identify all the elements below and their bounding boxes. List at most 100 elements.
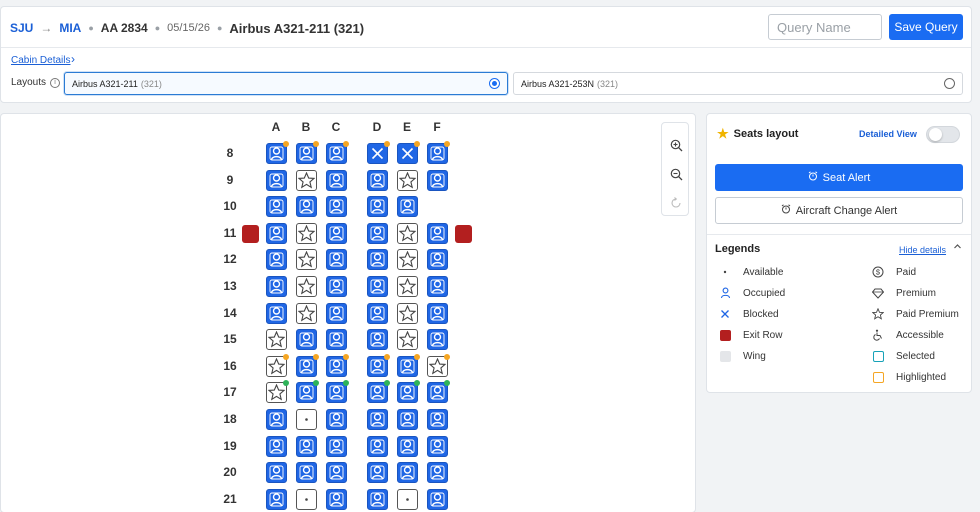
premium-seat[interactable] bbox=[296, 249, 317, 271]
occupied-seat[interactable] bbox=[367, 169, 388, 191]
premium-seat[interactable] bbox=[397, 276, 418, 297]
occupied-seat[interactable] bbox=[296, 196, 317, 218]
occupied-seat[interactable] bbox=[397, 380, 420, 404]
occupied-seat[interactable] bbox=[367, 435, 388, 457]
occupied-seat[interactable] bbox=[326, 196, 347, 218]
premium-seat[interactable] bbox=[296, 169, 317, 191]
occupied-seat[interactable] bbox=[397, 435, 418, 457]
occupied-seat[interactable] bbox=[427, 141, 450, 164]
premium-seat[interactable] bbox=[266, 380, 289, 404]
occupied-seat[interactable] bbox=[296, 462, 317, 484]
occupied-seat[interactable] bbox=[427, 302, 448, 324]
blocked-seat[interactable] bbox=[397, 141, 420, 164]
occupied-seat[interactable] bbox=[367, 196, 388, 218]
premium-seat[interactable] bbox=[296, 276, 317, 297]
occupied-seat[interactable] bbox=[397, 462, 418, 484]
available-seat[interactable] bbox=[296, 409, 317, 430]
premium-seat[interactable] bbox=[397, 249, 418, 271]
occupied-seat[interactable] bbox=[266, 196, 287, 218]
occupied-seat[interactable] bbox=[397, 196, 418, 218]
zoom-out-icon[interactable] bbox=[668, 166, 684, 182]
available-seat[interactable] bbox=[397, 488, 418, 510]
occupied-seat[interactable] bbox=[367, 222, 388, 244]
occupied-seat[interactable] bbox=[367, 249, 388, 271]
occupied-seat[interactable] bbox=[367, 329, 388, 351]
occupied-seat[interactable] bbox=[266, 435, 287, 457]
occupied-seat[interactable] bbox=[427, 462, 448, 484]
premium-seat[interactable] bbox=[427, 353, 450, 377]
premium-seat[interactable] bbox=[266, 353, 289, 377]
occupied-seat[interactable] bbox=[266, 141, 289, 164]
occupied-seat[interactable] bbox=[326, 276, 347, 297]
occupied-seat[interactable] bbox=[266, 488, 287, 510]
occupied-seat[interactable] bbox=[266, 302, 287, 324]
info-icon[interactable]: i bbox=[50, 77, 61, 88]
occupied-seat[interactable] bbox=[427, 276, 448, 297]
occupied-seat[interactable] bbox=[326, 380, 349, 404]
save-query-button[interactable]: Save Query bbox=[889, 14, 963, 40]
occupied-seat[interactable] bbox=[266, 222, 287, 244]
occupied-seat[interactable] bbox=[266, 462, 287, 484]
origin-code[interactable]: SJU bbox=[10, 21, 33, 35]
occupied-seat[interactable] bbox=[326, 169, 347, 191]
blocked-seat[interactable] bbox=[367, 141, 390, 164]
available-seat[interactable] bbox=[296, 488, 317, 510]
occupied-seat[interactable] bbox=[326, 488, 347, 510]
premium-seat[interactable] bbox=[397, 329, 418, 351]
occupied-seat[interactable] bbox=[367, 302, 388, 324]
premium-seat[interactable] bbox=[296, 302, 317, 324]
occupied-seat[interactable] bbox=[367, 462, 388, 484]
radio-selected-icon[interactable] bbox=[489, 78, 500, 89]
occupied-seat[interactable] bbox=[367, 276, 388, 297]
occupied-seat[interactable] bbox=[397, 353, 420, 377]
occupied-seat[interactable] bbox=[326, 302, 347, 324]
occupied-seat[interactable] bbox=[367, 353, 390, 377]
occupied-seat[interactable] bbox=[266, 276, 287, 297]
layout-option-a321-253n[interactable]: Airbus A321-253N (321) bbox=[513, 72, 963, 95]
occupied-seat[interactable] bbox=[326, 353, 349, 377]
occupied-seat[interactable] bbox=[296, 435, 317, 457]
premium-seat[interactable] bbox=[296, 222, 317, 244]
zoom-in-icon[interactable] bbox=[668, 137, 684, 153]
occupied-seat[interactable] bbox=[427, 380, 450, 404]
premium-seat[interactable] bbox=[397, 302, 418, 324]
occupied-seat[interactable] bbox=[296, 141, 319, 164]
premium-seat[interactable] bbox=[266, 329, 287, 351]
occupied-seat[interactable] bbox=[326, 222, 347, 244]
occupied-seat[interactable] bbox=[427, 435, 448, 457]
chevron-right-icon[interactable]: › bbox=[71, 52, 75, 66]
occupied-seat[interactable] bbox=[397, 409, 418, 430]
occupied-seat[interactable] bbox=[427, 409, 448, 430]
occupied-seat[interactable] bbox=[367, 380, 390, 404]
radio-unselected-icon[interactable] bbox=[944, 78, 955, 89]
occupied-seat[interactable] bbox=[326, 249, 347, 271]
occupied-seat[interactable] bbox=[266, 249, 287, 271]
destination-code[interactable]: MIA bbox=[59, 21, 81, 35]
occupied-seat[interactable] bbox=[427, 222, 448, 244]
occupied-seat[interactable] bbox=[296, 380, 319, 404]
occupied-seat[interactable] bbox=[266, 169, 287, 191]
occupied-seat[interactable] bbox=[427, 329, 448, 351]
occupied-seat[interactable] bbox=[367, 409, 388, 430]
occupied-seat[interactable] bbox=[326, 462, 347, 484]
occupied-seat[interactable] bbox=[326, 329, 347, 351]
occupied-seat[interactable] bbox=[266, 409, 287, 430]
occupied-seat[interactable] bbox=[326, 409, 347, 430]
occupied-seat[interactable] bbox=[427, 169, 448, 191]
reset-view-icon[interactable] bbox=[668, 195, 684, 211]
layout-option-a321-211[interactable]: Airbus A321-211 (321) bbox=[64, 72, 508, 95]
aircraft-change-alert-button[interactable]: Aircraft Change Alert bbox=[715, 197, 963, 224]
occupied-seat[interactable] bbox=[367, 488, 388, 510]
premium-seat[interactable] bbox=[397, 169, 418, 191]
occupied-seat[interactable] bbox=[326, 141, 349, 164]
occupied-seat[interactable] bbox=[296, 353, 319, 377]
occupied-seat[interactable] bbox=[427, 488, 448, 510]
hide-details-link[interactable]: Hide details bbox=[899, 245, 946, 255]
premium-seat[interactable] bbox=[397, 222, 418, 244]
occupied-seat[interactable] bbox=[326, 435, 347, 457]
query-name-input[interactable] bbox=[768, 14, 882, 40]
detailed-view-toggle[interactable] bbox=[926, 126, 960, 143]
seat-alert-button[interactable]: Seat Alert bbox=[715, 164, 963, 191]
occupied-seat[interactable] bbox=[296, 329, 317, 351]
chevron-up-icon[interactable] bbox=[953, 242, 962, 254]
